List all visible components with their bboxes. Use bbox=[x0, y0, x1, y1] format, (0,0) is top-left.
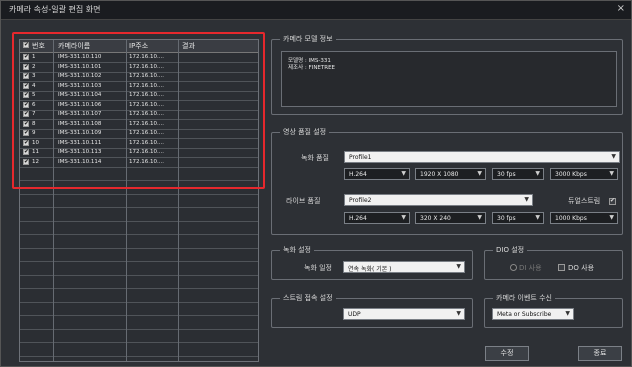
chevron-down-icon: ▼ bbox=[401, 214, 406, 221]
empty-table-row bbox=[20, 317, 258, 330]
live-bitrate-value: 1000 Kbps bbox=[555, 215, 587, 222]
record-codec-value: H.264 bbox=[349, 171, 367, 178]
record-schedule-label: 녹화 일정 bbox=[304, 264, 332, 272]
live-fps-value: 30 fps bbox=[497, 215, 516, 222]
chevron-down-icon: ▼ bbox=[535, 214, 540, 221]
record-fps-value: 30 fps bbox=[497, 171, 516, 178]
live-codec-select[interactable]: H.264 ▼ bbox=[344, 212, 410, 224]
chevron-down-icon: ▼ bbox=[401, 170, 406, 177]
chevron-down-icon: ▼ bbox=[477, 170, 482, 177]
record-schedule-value: 연속 녹화( 기본 ) bbox=[348, 266, 392, 273]
dio-settings-title: DIO 설정 bbox=[493, 245, 528, 255]
stream-settings-title: 스트림 접속 설정 bbox=[280, 293, 336, 303]
live-resolution-value: 320 X 240 bbox=[420, 215, 451, 222]
dual-stream-label: 듀얼스트림 bbox=[568, 197, 601, 205]
edit-button[interactable]: 수정 bbox=[485, 346, 529, 361]
camera-batch-edit-window: 카메라 속성-일괄 편집 화면 × 번호 카메라이름 IP주소 결과 1IMS-… bbox=[0, 0, 632, 367]
empty-table-row bbox=[20, 249, 258, 262]
record-quality-label: 녹화 품질 bbox=[301, 154, 329, 162]
chevron-down-icon: ▼ bbox=[611, 153, 616, 160]
empty-table-row bbox=[20, 330, 258, 343]
camera-event-value: Meta or Subscribe bbox=[497, 311, 552, 318]
chevron-down-icon: ▼ bbox=[456, 263, 461, 270]
di-use-label: DI 사용 bbox=[519, 264, 542, 272]
empty-table-row bbox=[20, 195, 258, 208]
video-quality-title: 영상 품질 설정 bbox=[280, 127, 330, 137]
record-bitrate-value: 3000 Kbps bbox=[555, 171, 587, 178]
stream-protocol-value: UDP bbox=[348, 311, 361, 318]
chevron-down-icon: ▼ bbox=[535, 170, 540, 177]
record-bitrate-select[interactable]: 3000 Kbps ▼ bbox=[550, 168, 618, 180]
live-bitrate-select[interactable]: 1000 Kbps ▼ bbox=[550, 212, 618, 224]
record-profile-value: Profile1 bbox=[349, 154, 372, 161]
chevron-down-icon: ▼ bbox=[609, 214, 614, 221]
empty-table-row bbox=[20, 236, 258, 249]
record-schedule-select[interactable]: 연속 녹화( 기본 ) ▼ bbox=[343, 261, 465, 273]
stream-protocol-select[interactable]: UDP ▼ bbox=[343, 308, 465, 320]
record-fps-select[interactable]: 30 fps ▼ bbox=[492, 168, 544, 180]
chevron-down-icon: ▼ bbox=[477, 214, 482, 221]
live-resolution-select[interactable]: 320 X 240 ▼ bbox=[415, 212, 486, 224]
dual-stream-checkbox[interactable] bbox=[609, 197, 616, 205]
empty-table-row bbox=[20, 290, 258, 303]
do-use-checkbox[interactable] bbox=[558, 264, 565, 271]
live-profile-select[interactable]: Profile2 ▼ bbox=[344, 194, 533, 206]
empty-table-row bbox=[20, 344, 258, 357]
dio-settings-group: DIO 설정 bbox=[484, 245, 623, 280]
model-info-title: 카메라 모델 정보 bbox=[280, 34, 336, 44]
camera-event-title: 카메라 이벤트 수신 bbox=[493, 293, 555, 303]
record-profile-select[interactable]: Profile1 ▼ bbox=[344, 151, 620, 163]
chevron-down-icon: ▼ bbox=[565, 310, 570, 317]
chevron-down-icon: ▼ bbox=[456, 310, 461, 317]
record-resolution-value: 1920 X 1080 bbox=[420, 171, 459, 178]
record-codec-select[interactable]: H.264 ▼ bbox=[344, 168, 410, 180]
empty-table-row bbox=[20, 303, 258, 316]
close-button[interactable]: 종료 bbox=[578, 346, 622, 361]
record-settings-title: 녹화 설정 bbox=[280, 245, 314, 255]
empty-table-row bbox=[20, 263, 258, 276]
empty-table-row bbox=[20, 222, 258, 235]
chevron-down-icon: ▼ bbox=[524, 196, 529, 203]
live-codec-value: H.264 bbox=[349, 215, 367, 222]
record-resolution-select[interactable]: 1920 X 1080 ▼ bbox=[415, 168, 486, 180]
di-use-checkbox[interactable] bbox=[510, 264, 517, 271]
empty-table-row bbox=[20, 209, 258, 222]
chevron-down-icon: ▼ bbox=[609, 170, 614, 177]
title-bar: 카메라 속성-일괄 편집 화면 × bbox=[1, 1, 631, 20]
selection-highlight-box bbox=[12, 32, 265, 189]
live-profile-value: Profile2 bbox=[349, 197, 372, 204]
window-title: 카메라 속성-일괄 편집 화면 bbox=[9, 5, 101, 14]
empty-table-row bbox=[20, 276, 258, 289]
model-info-box: 모델명 : IMS-331 제조사 : FINETREE bbox=[281, 51, 617, 107]
close-icon[interactable]: × bbox=[617, 3, 625, 14]
maker-text: 제조사 : FINETREE bbox=[288, 65, 336, 71]
live-fps-select[interactable]: 30 fps ▼ bbox=[492, 212, 544, 224]
do-use-label: DO 사용 bbox=[568, 264, 595, 272]
camera-event-select[interactable]: Meta or Subscribe ▼ bbox=[492, 308, 574, 320]
live-quality-label: 라이브 품질 bbox=[286, 197, 321, 205]
